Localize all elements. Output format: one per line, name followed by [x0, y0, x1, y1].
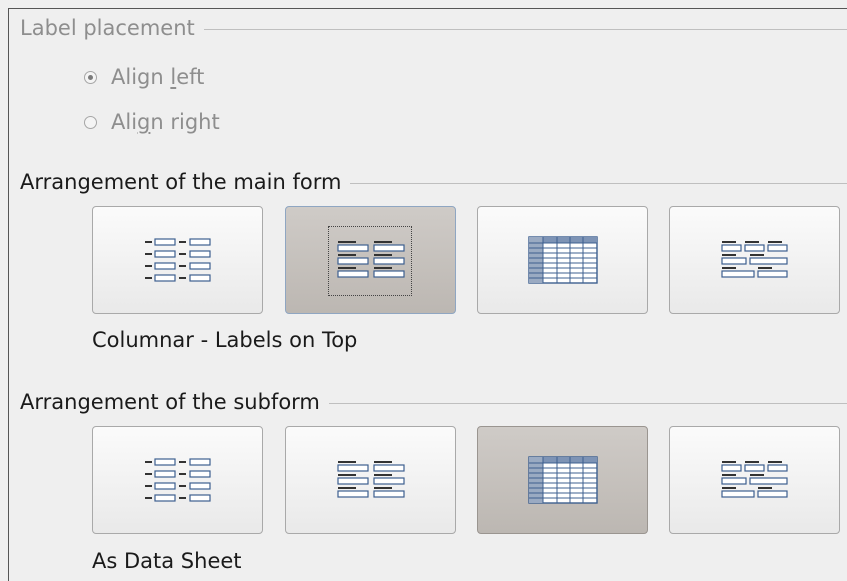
align-left-radio[interactable]: Align left — [84, 65, 204, 89]
main-layout-caption: Columnar - Labels on Top — [92, 328, 358, 352]
main-form-header: Arrangement of the main form — [20, 170, 847, 194]
columnar-labels-left-icon — [143, 458, 211, 502]
sub-layout-in-blocks-button[interactable] — [669, 426, 840, 534]
radio-checked-icon[interactable] — [84, 70, 97, 84]
columnar-labels-left-icon — [143, 238, 211, 282]
align-right-radio[interactable]: Align right — [84, 110, 220, 134]
group-divider — [350, 183, 847, 184]
main-layout-columnar-labels-left-button[interactable] — [92, 206, 263, 314]
main-form-title: Arrangement of the main form — [20, 170, 342, 194]
label-placement-header: Label placement — [20, 16, 847, 40]
sub-layout-data-sheet-button[interactable] — [477, 426, 648, 534]
subform-header: Arrangement of the subform — [20, 390, 847, 414]
data-sheet-icon — [527, 236, 598, 284]
sub-layout-columnar-labels-left-button[interactable] — [92, 426, 263, 534]
columnar-labels-on-top-icon — [336, 461, 405, 498]
sub-layout-caption: As Data Sheet — [92, 549, 242, 573]
in-blocks-labels-above-icon — [720, 461, 788, 498]
main-layout-columnar-labels-on-top-button[interactable] — [285, 206, 456, 314]
focus-indicator — [328, 226, 412, 296]
main-layout-in-blocks-button[interactable] — [669, 206, 840, 314]
data-sheet-icon — [527, 456, 598, 504]
group-divider — [203, 29, 847, 30]
subform-title: Arrangement of the subform — [20, 390, 320, 414]
in-blocks-labels-above-icon — [720, 241, 788, 278]
align-right-label: Align right — [111, 110, 220, 134]
sub-layout-columnar-labels-on-top-button[interactable] — [285, 426, 456, 534]
radio-unchecked-icon[interactable] — [84, 115, 97, 129]
group-divider — [328, 403, 847, 404]
label-placement-title: Label placement — [20, 16, 195, 40]
align-left-label: Align left — [111, 65, 205, 89]
main-layout-data-sheet-button[interactable] — [477, 206, 648, 314]
